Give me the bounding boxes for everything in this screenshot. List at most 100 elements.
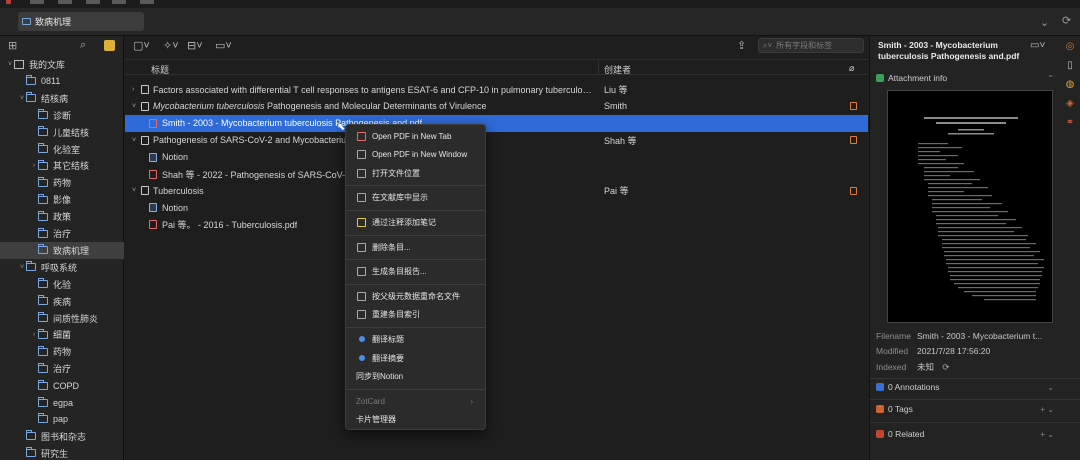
menu-item[interactable]: 生成条目报告... xyxy=(346,263,485,281)
menu-item[interactable]: ZotCard › xyxy=(346,392,485,410)
chevron-down-icon[interactable]: ˅ xyxy=(18,264,26,271)
menu-item[interactable]: 删除条目... xyxy=(346,238,485,256)
annotations-icon[interactable]: ◍ xyxy=(1063,79,1077,90)
collection-item[interactable]: COPD xyxy=(0,377,124,394)
collection-item[interactable]: › 其它结核 xyxy=(0,157,124,174)
collection-item[interactable]: ˅ 呼吸系统 xyxy=(0,259,124,276)
menu-help[interactable] xyxy=(140,0,154,4)
item-row[interactable]: › Factors associated with differential T … xyxy=(125,81,868,98)
item-row[interactable]: ˅ Pathogenesis of SARS-CoV-2 and Mycobact… xyxy=(125,132,868,149)
collection-item[interactable]: 影像 xyxy=(0,191,124,208)
add-tag-chevron-icon[interactable]: + ⌄ xyxy=(1040,405,1054,414)
sync-status-icon[interactable] xyxy=(104,40,115,51)
filename-value[interactable]: Smith - 2003 - Mycobacterium t... xyxy=(917,331,1042,341)
menu-separator xyxy=(346,234,485,236)
chevron-down-icon[interactable]: ˅ xyxy=(6,61,14,68)
collection-item[interactable]: 化验室 xyxy=(0,141,124,158)
collection-item[interactable]: 诊断 xyxy=(0,107,124,124)
tags-section[interactable]: 0 Tags + ⌄ xyxy=(876,402,1054,416)
attachment-row[interactable]: Smith - 2003 - Mycobacterium tuberculosi… xyxy=(125,114,868,132)
pdf-preview[interactable] xyxy=(887,90,1053,323)
collection-item[interactable]: 间质性肺炎 xyxy=(0,310,124,327)
related-icon[interactable]: ⚭ xyxy=(1063,117,1077,128)
folder-icon xyxy=(38,362,48,373)
collection-item[interactable]: 药物 xyxy=(0,174,124,191)
menu-item[interactable]: 翻译摘要 xyxy=(346,349,485,367)
menu-item[interactable]: Open PDF in New Window xyxy=(346,146,485,164)
attachment-row[interactable]: Pai 等。 - 2016 - Tuberculosis.pdf xyxy=(125,216,868,233)
add-attachment-icon[interactable]: ⊟˅ xyxy=(187,39,203,52)
related-section[interactable]: 0 Related + ⌄ xyxy=(876,427,1054,441)
collection-item[interactable]: ˅ 结核病 xyxy=(0,90,124,107)
menu-item[interactable]: 打开文件位置 xyxy=(346,164,485,182)
new-note-icon[interactable]: ▭˅ xyxy=(215,39,232,52)
tag-icon[interactable]: ◈ xyxy=(1063,98,1077,109)
item-row[interactable]: ˅ Tuberculosis Pai 等 xyxy=(125,182,868,199)
collection-item[interactable]: 儿童结核 xyxy=(0,124,124,141)
attachment-row[interactable]: Notion xyxy=(125,149,868,166)
locate-icon[interactable]: ⇪ xyxy=(737,39,746,52)
attachment-icon[interactable]: ▯ xyxy=(1063,60,1077,71)
chevron-right-icon[interactable]: › xyxy=(30,162,38,169)
attachment-pdf-icon[interactable] xyxy=(850,102,857,111)
menu-item[interactable]: 按父级元数据重命名文件 xyxy=(346,287,485,305)
collection-item[interactable]: 政策 xyxy=(0,208,124,225)
column-creator[interactable]: 创建者 xyxy=(604,63,631,76)
collection-item[interactable]: › 细菌 xyxy=(0,326,124,343)
attachment-pdf-icon[interactable] xyxy=(850,186,857,195)
info-icon[interactable]: ◎ xyxy=(1063,41,1077,52)
attachment-pdf-icon[interactable] xyxy=(850,136,857,145)
chevron-down-icon[interactable]: ˅ xyxy=(132,187,136,194)
annotations-section[interactable]: 0 Annotations ⌄ xyxy=(876,380,1054,394)
attachment-row[interactable]: Shah 等 - 2022 - Pathogenesis of SARS-CoV… xyxy=(125,166,868,183)
collection-item[interactable]: 0811 xyxy=(0,73,124,90)
pdf-menu-icon[interactable]: ▭˅ xyxy=(1030,40,1045,51)
tab-library[interactable]: 致病机理 xyxy=(18,12,144,31)
reindex-icon[interactable]: ⟳ xyxy=(942,362,949,372)
collection-item[interactable]: 图书和杂志 xyxy=(0,428,124,445)
menu-item[interactable]: 在文献库中显示 xyxy=(346,189,485,207)
collection-item[interactable]: 药物 xyxy=(0,343,124,360)
document-icon xyxy=(357,150,366,160)
collection-item[interactable]: 致病机理 xyxy=(0,241,124,259)
menu-item[interactable]: 卡片管理器 xyxy=(346,411,485,429)
menu-tools[interactable] xyxy=(112,0,126,4)
menu-edit[interactable] xyxy=(58,0,72,4)
chevron-down-icon[interactable]: ⌄ xyxy=(1047,383,1054,392)
menu-item[interactable]: 翻译标题 xyxy=(346,330,485,348)
menu-item[interactable]: Open PDF in New Tab xyxy=(346,127,485,145)
search-field[interactable]: ⌕˅ 所有字段和标签 xyxy=(758,38,864,53)
collection-item[interactable]: 化验 xyxy=(0,276,124,293)
search-icon[interactable]: ⌕ xyxy=(80,39,86,52)
chevron-down-icon[interactable]: ˅ xyxy=(132,103,136,110)
sync-icon[interactable]: ⟳ xyxy=(1062,14,1071,27)
collection-item[interactable]: 研究生 xyxy=(0,445,124,460)
menu-item[interactable]: 重建条目索引 xyxy=(346,306,485,324)
attachment-info-section[interactable]: Attachment info ⌃ xyxy=(876,71,1054,85)
attachment-row[interactable]: Notion xyxy=(125,199,868,216)
collection-item[interactable]: 疾病 xyxy=(0,293,124,310)
chevron-right-icon[interactable]: › xyxy=(30,331,38,338)
collection-item[interactable]: pap xyxy=(0,411,124,428)
item-row[interactable]: ˅ Mycobacterium tuberculosis Pathogenesis… xyxy=(125,98,868,115)
add-related-chevron-icon[interactable]: + ⌄ xyxy=(1040,430,1054,439)
menu-item[interactable]: 同步到Notion xyxy=(346,368,485,386)
collection-item[interactable]: 治疗 xyxy=(0,360,124,377)
new-item-icon[interactable]: ▢˅ xyxy=(133,39,150,52)
menu-view[interactable] xyxy=(86,0,100,4)
chevron-right-icon[interactable]: › xyxy=(132,86,134,93)
paperclip-icon[interactable]: ⌀ xyxy=(849,63,854,74)
chevron-down-icon[interactable]: ˅ xyxy=(18,95,26,102)
collection-item[interactable]: 治疗 xyxy=(0,225,124,242)
column-title[interactable]: 标题 xyxy=(151,63,169,76)
magic-wand-icon[interactable]: ✧˅ xyxy=(163,39,179,52)
chevron-up-icon[interactable]: ⌃ xyxy=(1047,74,1054,83)
collection-item[interactable]: ˅ 我的文库 xyxy=(0,56,124,73)
collection-item[interactable]: egpa xyxy=(0,394,124,411)
chevron-down-icon[interactable]: ˅ xyxy=(132,137,136,144)
new-collection-icon[interactable]: ⊞ xyxy=(8,39,17,52)
menu-file[interactable] xyxy=(30,0,44,4)
menu-item-label: 通过注释添加笔记 xyxy=(372,217,436,227)
menu-item[interactable]: 通过注释添加笔记 xyxy=(346,213,485,231)
chevron-down-icon[interactable]: ⌄ xyxy=(1040,16,1049,29)
